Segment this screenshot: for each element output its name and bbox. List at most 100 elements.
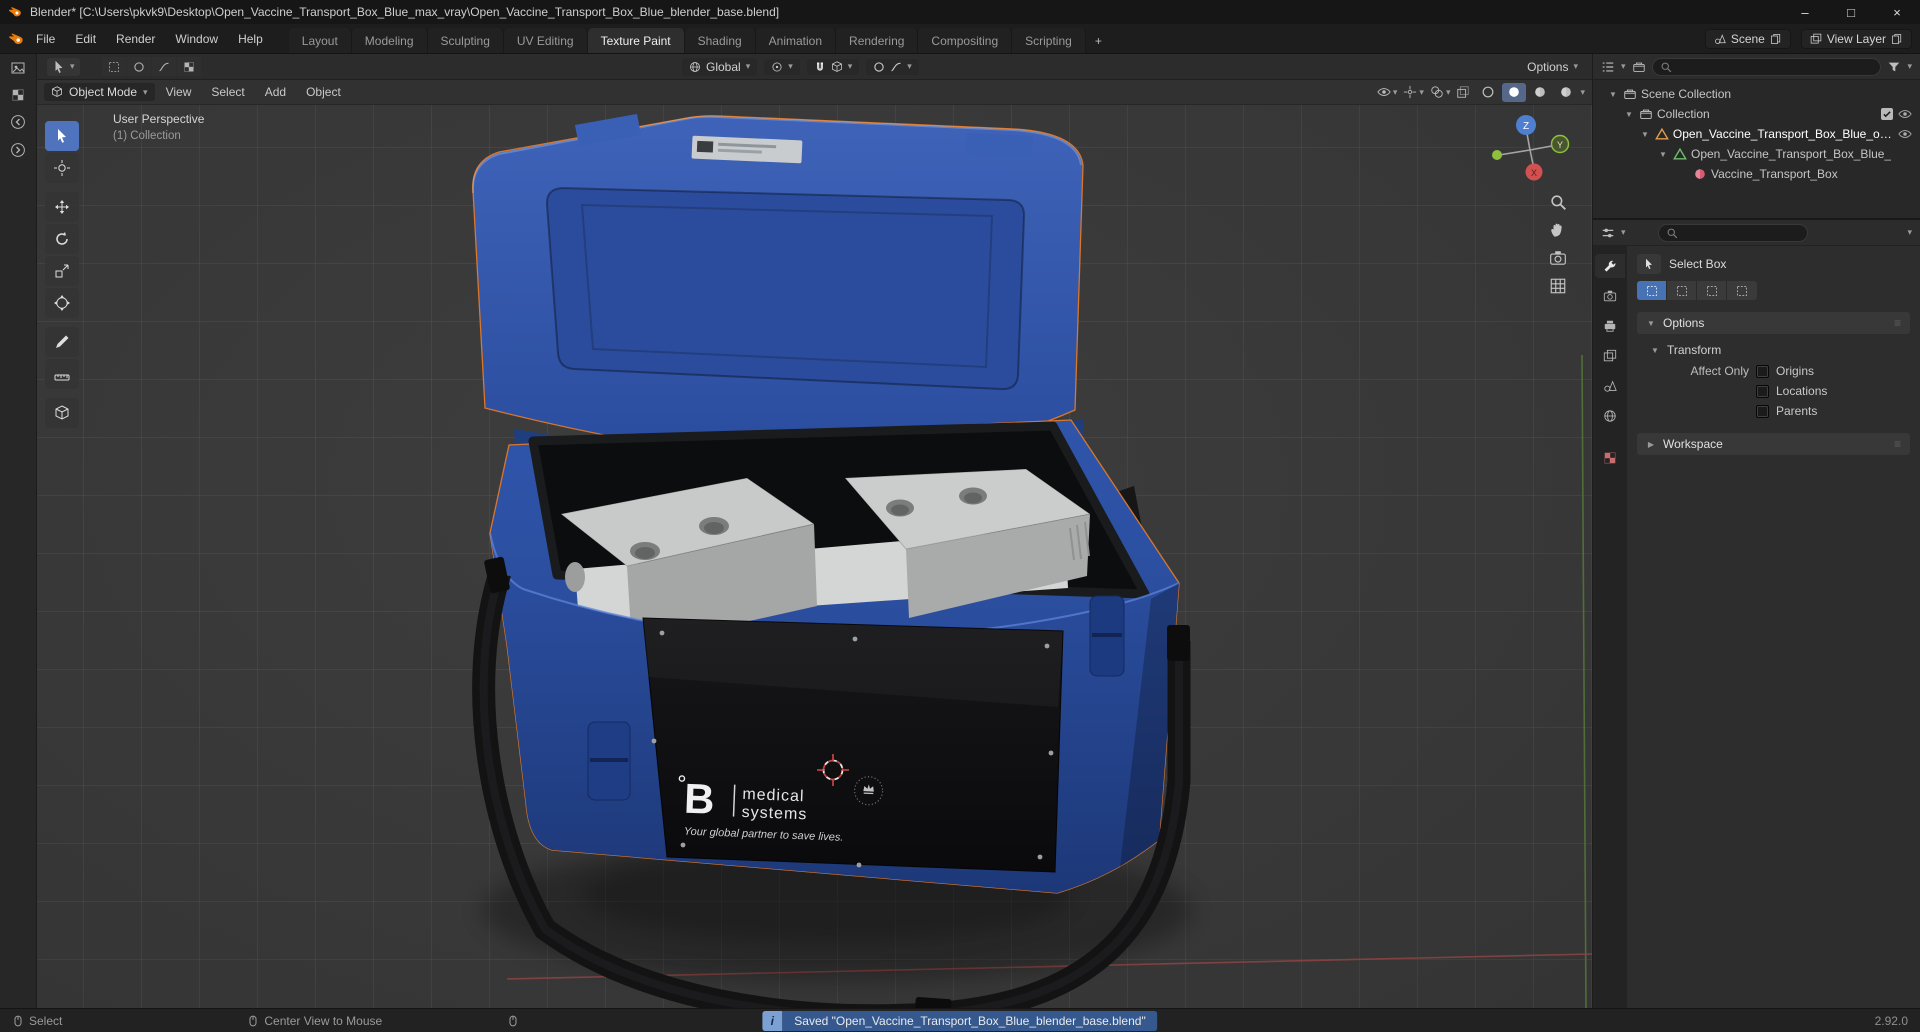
new-scene-icon[interactable] (1770, 33, 1782, 45)
filter-icon[interactable] (1887, 60, 1901, 74)
tool-options-dropdown[interactable]: Options (1527, 60, 1582, 74)
tab-modeling[interactable]: Modeling (351, 28, 428, 53)
select-mode-extend[interactable] (1667, 281, 1697, 300)
options-panel-header[interactable]: Options ≡ (1637, 312, 1910, 334)
tab-scene[interactable] (1595, 374, 1625, 398)
menu-object[interactable]: Object (297, 85, 350, 99)
collection-checkbox[interactable] (1881, 108, 1893, 120)
parents-checkbox[interactable] (1756, 404, 1769, 418)
minimize-button[interactable]: – (1782, 0, 1828, 24)
tab-render[interactable] (1595, 284, 1625, 308)
blender-menu-icon[interactable] (8, 31, 24, 47)
select-mode-intersect[interactable] (1727, 281, 1757, 300)
tab-shading[interactable]: Shading (684, 28, 756, 53)
outliner-item-label[interactable]: Open_Vaccine_Transport_Box_Blue_obj_ (1673, 127, 1894, 141)
tool-transform[interactable] (45, 288, 79, 318)
shading-material-button[interactable] (1528, 83, 1552, 102)
mode-toggle-3[interactable] (151, 57, 176, 76)
zoom-icon[interactable] (1549, 193, 1567, 211)
disclosure-icon[interactable] (1657, 150, 1669, 159)
collapse-panel-icon[interactable] (10, 142, 26, 158)
tab-uv-editing[interactable]: UV Editing (503, 28, 588, 53)
tab-texture-paint[interactable]: Texture Paint (587, 28, 685, 53)
workspace-panel-header[interactable]: Workspace ≡ (1637, 433, 1910, 455)
snapping-controls[interactable] (806, 58, 860, 75)
outliner-search-input[interactable] (1651, 57, 1882, 76)
tool-3d-cursor[interactable] (45, 153, 79, 183)
navigation-gizmo[interactable]: Z X Y (1489, 111, 1589, 191)
outliner-editor-icon[interactable] (1601, 60, 1615, 74)
tab-world[interactable] (1595, 404, 1625, 428)
expand-panel-icon[interactable] (10, 114, 26, 130)
menu-render[interactable]: Render (106, 24, 165, 53)
active-tool-button[interactable] (47, 57, 80, 76)
new-view-layer-icon[interactable] (1891, 33, 1903, 45)
pivot-point-dropdown[interactable] (764, 58, 800, 75)
outliner-item-label[interactable]: Scene Collection (1641, 87, 1731, 101)
outliner-row-material[interactable]: Vaccine_Transport_Box (1593, 164, 1920, 184)
interaction-mode-dropdown[interactable]: Object Mode (44, 83, 155, 101)
menu-file[interactable]: File (26, 24, 65, 53)
transform-subpanel-header[interactable]: Transform (1649, 343, 1910, 357)
tab-compositing[interactable]: Compositing (918, 28, 1013, 53)
object-visibility-dropdown[interactable] (1377, 85, 1398, 99)
tool-annotate[interactable] (45, 327, 79, 357)
tab-scripting[interactable]: Scripting (1012, 28, 1086, 53)
menu-add[interactable]: Add (256, 85, 295, 99)
tab-view-layer[interactable] (1595, 344, 1625, 368)
mode-toggle-1[interactable] (101, 57, 126, 76)
overlays-dropdown[interactable] (1430, 85, 1451, 99)
select-mode-subtract[interactable] (1697, 281, 1727, 300)
locations-label[interactable]: Locations (1776, 384, 1827, 398)
tool-add-cube[interactable] (45, 398, 79, 428)
3d-viewport[interactable]: B medical systems Your global partner to… (37, 105, 1592, 1008)
mode-toggle-4[interactable] (176, 57, 201, 76)
disclosure-icon[interactable] (1639, 130, 1651, 139)
tab-layout[interactable]: Layout (288, 28, 352, 53)
xray-toggle[interactable] (1456, 85, 1470, 99)
shading-wireframe-button[interactable] (1476, 83, 1500, 102)
properties-search-input[interactable] (1657, 223, 1808, 242)
tool-scale[interactable] (45, 256, 79, 286)
menu-select[interactable]: Select (202, 85, 253, 99)
tab-rendering[interactable]: Rendering (836, 28, 919, 53)
outliner-row-mesh-data[interactable]: Open_Vaccine_Transport_Box_Blue_ (1593, 144, 1920, 164)
menu-window[interactable]: Window (165, 24, 228, 53)
mode-toggle-2[interactable] (126, 57, 151, 76)
menu-help[interactable]: Help (228, 24, 273, 53)
outliner-item-label[interactable]: Collection (1657, 107, 1710, 121)
add-workspace-button[interactable]: + (1086, 28, 1111, 53)
hide-eye-icon[interactable] (1898, 127, 1912, 141)
disclosure-icon[interactable] (1623, 110, 1635, 119)
properties-editor-icon[interactable] (1601, 226, 1615, 240)
proportional-editing-controls[interactable] (866, 58, 919, 75)
tab-texture[interactable] (1595, 446, 1625, 470)
display-mode-icon[interactable] (1632, 60, 1646, 74)
texture-slot-icon[interactable] (11, 88, 25, 102)
menu-edit[interactable]: Edit (65, 24, 106, 53)
tool-rotate[interactable] (45, 224, 79, 254)
shading-rendered-button[interactable] (1554, 83, 1578, 102)
tab-animation[interactable]: Animation (755, 28, 837, 53)
maximize-button[interactable]: □ (1828, 0, 1874, 24)
locations-checkbox[interactable] (1756, 384, 1769, 398)
origins-label[interactable]: Origins (1776, 364, 1814, 378)
transform-orientation-dropdown[interactable]: Global (682, 57, 758, 76)
hide-eye-icon[interactable] (1898, 107, 1912, 121)
tab-output[interactable] (1595, 314, 1625, 338)
axis-y-negative-ball[interactable] (1492, 150, 1502, 160)
ortho-grid-icon[interactable] (1549, 277, 1567, 295)
parents-label[interactable]: Parents (1776, 404, 1817, 418)
select-mode-new[interactable] (1637, 281, 1667, 300)
image-editor-icon[interactable] (10, 60, 26, 76)
tool-select-box[interactable] (45, 121, 79, 151)
gizmos-dropdown[interactable] (1403, 85, 1424, 99)
shading-solid-button[interactable] (1502, 82, 1527, 102)
tab-tool[interactable] (1595, 254, 1625, 278)
view-layer-selector[interactable]: View Layer (1800, 28, 1912, 49)
outliner-row-scene-collection[interactable]: Scene Collection (1593, 84, 1920, 104)
tab-sculpting[interactable]: Sculpting (427, 28, 504, 53)
outliner-row-collection[interactable]: Collection (1593, 104, 1920, 124)
select-box-tool-button[interactable] (1637, 254, 1661, 274)
origins-checkbox[interactable] (1756, 364, 1769, 378)
